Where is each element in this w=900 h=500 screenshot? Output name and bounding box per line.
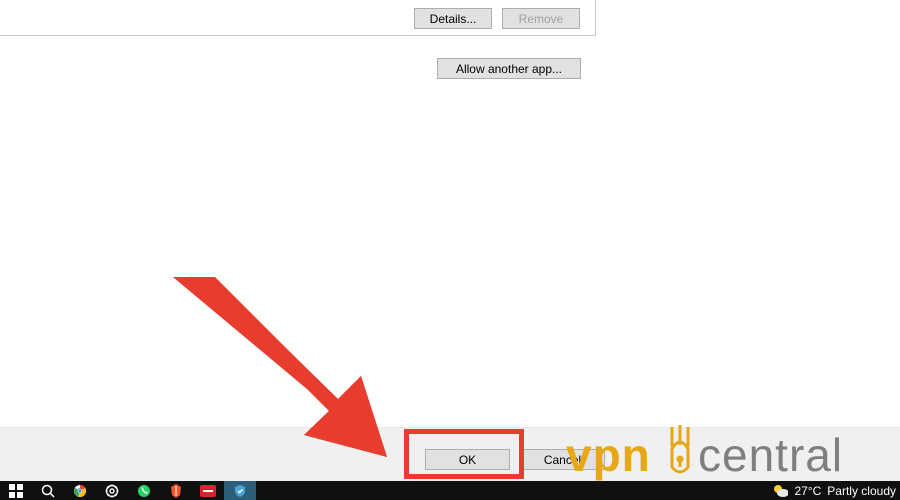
start-button[interactable] bbox=[0, 481, 32, 500]
taskbar-brave-icon[interactable] bbox=[160, 481, 192, 500]
taskbar-settings-icon[interactable] bbox=[96, 481, 128, 500]
taskbar-whatsapp-icon[interactable] bbox=[128, 481, 160, 500]
windows-taskbar: 27°C Partly cloudy bbox=[0, 481, 900, 500]
taskbar-security-icon[interactable] bbox=[224, 481, 256, 500]
taskbar-system-tray: 27°C Partly cloudy bbox=[772, 481, 900, 500]
remove-button: Remove bbox=[502, 8, 580, 29]
allow-another-app-button[interactable]: Allow another app... bbox=[437, 58, 581, 79]
weather-description[interactable]: Partly cloudy bbox=[827, 484, 896, 498]
ok-button[interactable]: OK bbox=[425, 449, 510, 470]
search-icon[interactable] bbox=[32, 481, 64, 500]
screenshot-stage: Details... Remove Allow another app... O… bbox=[0, 0, 900, 500]
taskbar-app-red-icon[interactable] bbox=[192, 481, 224, 500]
details-button[interactable]: Details... bbox=[414, 8, 492, 29]
weather-icon bbox=[772, 483, 788, 499]
weather-temperature[interactable]: 27°C bbox=[794, 484, 821, 498]
taskbar-pinned-apps bbox=[0, 481, 256, 500]
taskbar-chrome-icon[interactable] bbox=[64, 481, 96, 500]
cancel-button[interactable]: Cancel bbox=[520, 449, 605, 470]
